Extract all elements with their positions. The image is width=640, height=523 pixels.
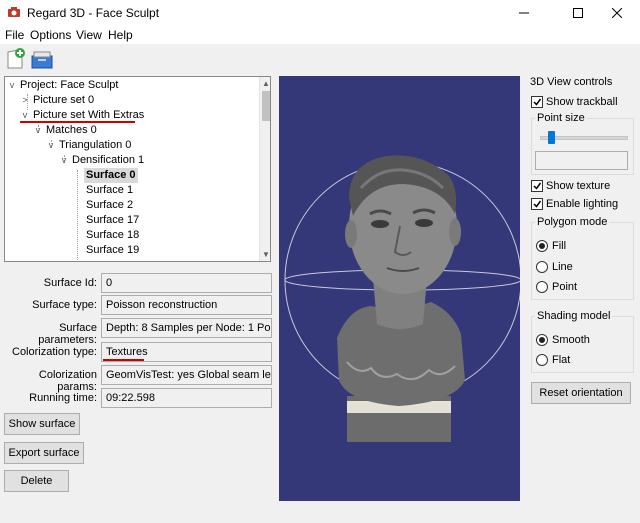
project-tree[interactable]: v Project: Face Sculpt > Picture set 0 v… <box>4 76 271 262</box>
tree-item-label: Surface 18 <box>86 229 140 241</box>
maximize-icon <box>573 8 583 18</box>
toolbar <box>0 44 640 72</box>
menu-view[interactable]: View <box>76 28 102 42</box>
tree-item-label: Densification 1 <box>72 154 145 166</box>
radio-icon[interactable] <box>536 354 548 366</box>
tree-item-surface-1[interactable]: Surface 1 <box>86 183 133 198</box>
point-size-value-field[interactable] <box>535 151 628 170</box>
radio-selected-icon[interactable] <box>536 240 548 252</box>
checkbox-icon[interactable] <box>531 96 543 108</box>
point-radio[interactable]: Point <box>536 281 577 293</box>
surface-id-label: Surface Id: <box>43 277 97 289</box>
radio-selected-icon[interactable] <box>536 334 548 346</box>
tree-item-surface-17[interactable]: Surface 17 <box>86 213 139 228</box>
expand-arrow-icon[interactable]: v <box>33 123 43 138</box>
view-controls-title: 3D View controls <box>530 76 613 88</box>
point-label: Point <box>552 281 578 293</box>
tree-item-label: Triangulation 0 <box>59 139 132 151</box>
checkbox-icon[interactable] <box>531 180 543 192</box>
tree-item-label: Matches 0 <box>46 124 97 136</box>
window-title: Regard 3D - Face Sculpt <box>27 6 160 20</box>
checkbox-icon[interactable] <box>531 198 543 210</box>
line-radio[interactable]: Line <box>536 261 573 273</box>
menu-file[interactable]: File <box>5 28 24 42</box>
face-sculpture-model <box>337 155 465 442</box>
flat-radio[interactable]: Flat <box>536 354 570 366</box>
show-surface-button[interactable]: Show surface <box>4 413 80 435</box>
new-project-button[interactable] <box>4 46 30 70</box>
minimize-button[interactable] <box>501 0 547 26</box>
colorization-type-label: Colorization type: <box>12 346 97 358</box>
reset-orientation-button[interactable]: Reset orientation <box>531 382 631 404</box>
surface-type-label: Surface type: <box>32 299 97 311</box>
scroll-up-icon[interactable]: ▲ <box>260 77 270 90</box>
delete-button[interactable]: Delete <box>4 470 69 492</box>
3d-scene[interactable] <box>279 76 520 501</box>
show-trackball-label: Show trackball <box>546 96 618 108</box>
colorization-params-field[interactable]: GeomVisTest: yes Global seam level: <box>101 365 272 385</box>
tree-item-label: Surface 19 <box>86 244 140 256</box>
smooth-label: Smooth <box>552 334 590 346</box>
open-project-icon <box>31 51 53 69</box>
surface-parameters-label: Surface parameters: <box>38 322 97 346</box>
menu-help[interactable]: Help <box>108 28 133 42</box>
fill-radio[interactable]: Fill <box>536 240 566 252</box>
tree-item-label: Surface 1 <box>86 184 134 196</box>
tree-item-surface-19[interactable]: Surface 19 <box>86 243 139 258</box>
surface-parameters-field[interactable]: Depth: 8 Samples per Node: 1 Point <box>101 318 272 338</box>
export-surface-button[interactable]: Export surface <box>4 442 84 464</box>
app-icon <box>8 7 20 17</box>
smooth-radio[interactable]: Smooth <box>536 334 590 346</box>
tree-item-surface-0[interactable]: Surface 0 <box>84 168 138 183</box>
radio-icon[interactable] <box>536 261 548 273</box>
fill-label: Fill <box>552 240 567 252</box>
tree-item-label: Picture set 0 <box>33 94 95 106</box>
tree-item-label: Surface 0 <box>86 169 136 181</box>
show-texture-label: Show texture <box>546 180 611 192</box>
enable-lighting-checkbox[interactable]: Enable lighting <box>531 198 618 210</box>
new-project-icon <box>7 48 25 69</box>
3d-viewport[interactable] <box>279 76 520 501</box>
surface-type-field[interactable]: Poisson reconstruction <box>101 295 272 315</box>
menu-bar: File Options View Help <box>0 26 640 43</box>
flat-label: Flat <box>552 354 571 366</box>
open-project-button[interactable] <box>30 46 56 70</box>
tree-item-surface-18[interactable]: Surface 18 <box>86 228 139 243</box>
running-time-field[interactable]: 09:22.598 <box>101 388 272 408</box>
highlight-underline <box>103 359 144 361</box>
radio-icon[interactable] <box>536 281 548 293</box>
surface-id-field[interactable]: 0 <box>101 273 272 293</box>
line-label: Line <box>552 261 573 273</box>
scroll-down-icon[interactable]: ▼ <box>260 248 270 261</box>
tree-item-label: Surface 2 <box>86 199 134 211</box>
tree-item-surface-2[interactable]: Surface 2 <box>86 198 133 213</box>
tree-item-label: Project: Face Sculpt <box>20 79 119 91</box>
scroll-thumb[interactable] <box>262 91 270 121</box>
close-icon <box>612 8 622 18</box>
polygon-mode-title: Polygon mode <box>535 216 610 228</box>
point-size-slider-thumb[interactable] <box>548 131 555 144</box>
expand-arrow-icon[interactable]: v <box>46 138 56 153</box>
minimize-icon <box>519 12 529 14</box>
tree-scrollbar[interactable]: ▲ ▼ <box>259 77 270 261</box>
show-trackball-checkbox[interactable]: Show trackball <box>531 96 618 108</box>
running-time-label: Running time: <box>29 392 97 404</box>
title-bar: Regard 3D - Face Sculpt <box>0 0 640 26</box>
collapse-arrow-icon[interactable]: > <box>20 93 30 108</box>
tree-item-label: Surface 17 <box>86 214 140 226</box>
close-button[interactable] <box>594 0 640 26</box>
show-texture-checkbox[interactable]: Show texture <box>531 180 610 192</box>
expand-arrow-icon[interactable]: v <box>7 78 17 93</box>
enable-lighting-label: Enable lighting <box>546 198 619 210</box>
point-size-title: Point size <box>535 112 587 124</box>
expand-arrow-icon[interactable]: v <box>59 153 69 168</box>
highlight-underline <box>20 121 135 123</box>
shading-model-title: Shading model <box>535 310 613 322</box>
menu-options[interactable]: Options <box>30 28 71 42</box>
colorization-params-label: Colorization params: <box>38 369 97 393</box>
